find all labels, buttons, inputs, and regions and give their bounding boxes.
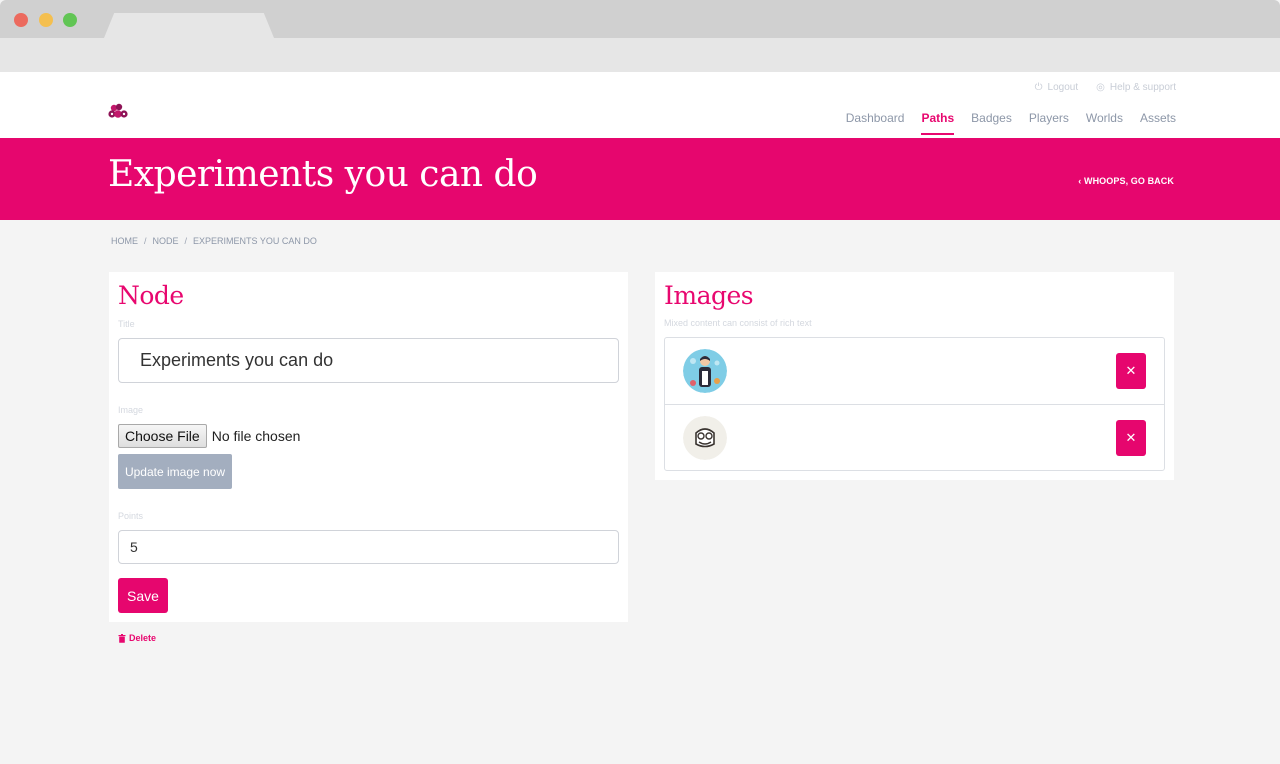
site-header: ⏻ Logout ◎ Help & support Dashboard Path… bbox=[0, 72, 1280, 138]
close-window-button[interactable] bbox=[14, 13, 28, 27]
node-panel: Node Title Image Choose File No file cho… bbox=[109, 272, 628, 622]
points-label: Points bbox=[118, 511, 144, 521]
remove-image-button[interactable]: ✕ bbox=[1116, 420, 1146, 456]
nav-item-players[interactable]: Players bbox=[1029, 111, 1069, 135]
maximize-window-button[interactable] bbox=[63, 13, 77, 27]
breadcrumb-current: EXPERIMENTS YOU CAN DO bbox=[193, 236, 317, 246]
image-list: ✕ ✕ bbox=[664, 337, 1165, 471]
browser-toolbar bbox=[0, 38, 1280, 73]
images-panel: Images Mixed content can consist of rich… bbox=[655, 272, 1174, 480]
image-label: Image bbox=[118, 405, 144, 415]
page-title: Experiments you can do bbox=[108, 154, 538, 195]
person-avatar-illustration bbox=[683, 349, 727, 393]
breadcrumb-node[interactable]: NODE bbox=[153, 236, 179, 246]
breadcrumb-separator: / bbox=[184, 236, 188, 246]
power-icon: ⏻ bbox=[1034, 82, 1043, 93]
close-icon: ✕ bbox=[1125, 363, 1137, 379]
help-support-link[interactable]: ◎ Help & support bbox=[1096, 82, 1176, 93]
delete-link[interactable]: Delete bbox=[118, 633, 156, 643]
go-back-link[interactable]: ‹ WHOOPS, GO BACK bbox=[1078, 176, 1174, 186]
nav-item-worlds[interactable]: Worlds bbox=[1086, 111, 1123, 135]
points-input[interactable] bbox=[118, 530, 619, 564]
update-image-button[interactable]: Update image now bbox=[118, 454, 232, 489]
owl-face-illustration bbox=[683, 416, 727, 460]
close-icon: ✕ bbox=[1125, 430, 1137, 446]
page-hero: Experiments you can do ‹ WHOOPS, GO BACK bbox=[0, 138, 1280, 220]
title-input[interactable] bbox=[118, 338, 619, 383]
remove-image-button[interactable]: ✕ bbox=[1116, 353, 1146, 389]
list-item: ✕ bbox=[665, 404, 1164, 470]
nav-item-badges[interactable]: Badges bbox=[971, 111, 1012, 135]
node-panel-title: Node bbox=[118, 281, 184, 310]
logout-link[interactable]: ⏻ Logout bbox=[1035, 82, 1079, 93]
delete-label: Delete bbox=[129, 633, 157, 643]
title-label: Title bbox=[118, 319, 135, 329]
minimize-window-button[interactable] bbox=[39, 13, 53, 27]
nav-item-paths[interactable]: Paths bbox=[921, 111, 954, 135]
utility-links: ⏻ Logout ◎ Help & support bbox=[1035, 82, 1176, 93]
breadcrumb-home[interactable]: HOME bbox=[111, 236, 138, 246]
images-subtitle: Mixed content can consist of rich text bbox=[664, 318, 812, 328]
nav-item-dashboard[interactable]: Dashboard bbox=[846, 111, 905, 135]
trash-icon bbox=[118, 633, 126, 643]
browser-title-bar bbox=[0, 0, 1280, 38]
main-nav: Dashboard Paths Badges Players Worlds As… bbox=[846, 111, 1176, 135]
chevron-left-icon: ‹ bbox=[1078, 176, 1082, 186]
logo-icon[interactable] bbox=[107, 102, 129, 122]
images-panel-title: Images bbox=[664, 281, 754, 310]
lifebuoy-icon: ◎ bbox=[1096, 82, 1105, 93]
go-back-label: WHOOPS, GO BACK bbox=[1083, 176, 1174, 186]
breadcrumb-separator: / bbox=[144, 236, 147, 246]
breadcrumb: HOME / NODE / EXPERIMENTS YOU CAN DO bbox=[111, 236, 317, 246]
file-picker: Choose File No file chosen bbox=[118, 424, 300, 448]
choose-file-button[interactable]: Choose File bbox=[118, 424, 207, 448]
save-button[interactable]: Save bbox=[118, 578, 168, 613]
browser-tab[interactable] bbox=[104, 13, 274, 38]
list-item: ✕ bbox=[665, 338, 1164, 404]
logout-label: Logout bbox=[1047, 82, 1079, 93]
nav-item-assets[interactable]: Assets bbox=[1140, 111, 1176, 135]
no-file-text: No file chosen bbox=[211, 428, 301, 444]
help-support-label: Help & support bbox=[1109, 82, 1176, 93]
